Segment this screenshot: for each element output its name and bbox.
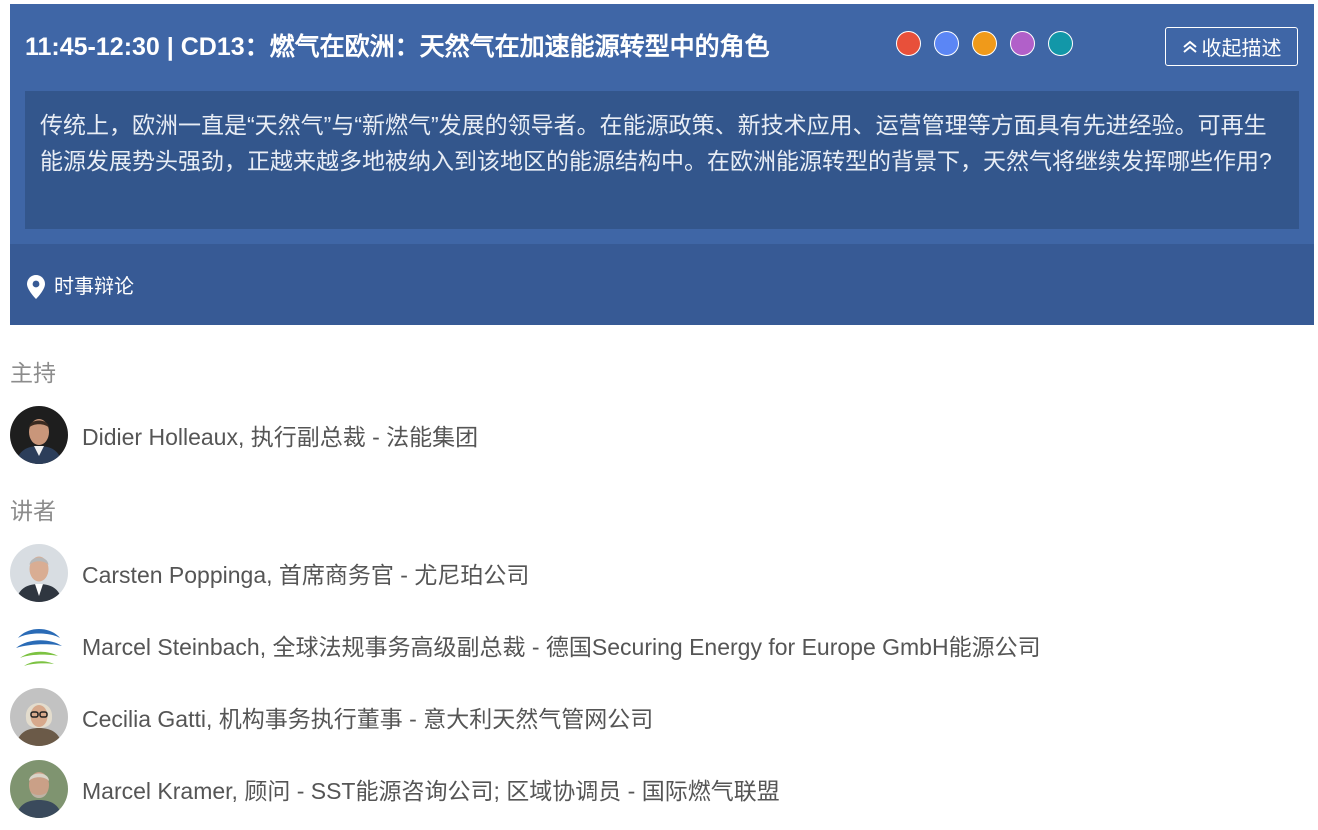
person-name: Carsten Poppinga, 首席商务官 - 尤尼珀公司 <box>82 562 530 588</box>
session-card: 11:45-12:30 | CD13：燃气在欧洲：天然气在加速能源转型中的角色 … <box>10 4 1314 325</box>
speakers-heading: 讲者 <box>10 498 56 524</box>
person-name: Marcel Steinbach, 全球法规事务高级副总裁 - 德国Securi… <box>82 634 1041 660</box>
track-dot-red[interactable] <box>896 31 921 56</box>
company-logo-icon <box>10 616 68 674</box>
speaker-row[interactable]: Cecilia Gatti, 机构事务执行董事 - 意大利天然气管网公司 <box>10 688 653 746</box>
track-dot-orange[interactable] <box>972 31 997 56</box>
speaker-row[interactable]: Carsten Poppinga, 首席商务官 - 尤尼珀公司 <box>10 544 529 602</box>
chevron-up-icon <box>1182 40 1198 54</box>
person-name: Cecilia Gatti, 机构事务执行董事 - 意大利天然气管网公司 <box>82 706 654 732</box>
session-description: 传统上，欧洲一直是“天然气”与“新燃气”发展的领导者。在能源政策、新技术应用、运… <box>25 91 1299 229</box>
moderator-heading: 主持 <box>10 360 56 386</box>
track-dot-teal[interactable] <box>1048 31 1073 56</box>
moderator-row[interactable]: Didier Holleaux, 执行副总裁 - 法能集团 <box>10 406 478 464</box>
track-dot-blue[interactable] <box>934 31 959 56</box>
avatar <box>10 760 68 818</box>
avatar <box>10 544 68 602</box>
person-name: Didier Holleaux, 执行副总裁 - 法能集团 <box>82 424 479 450</box>
location-bar: 时事辩论 <box>10 244 1314 325</box>
person-name: Marcel Kramer, 顾问 - SST能源咨询公司; 区域协调员 - 国… <box>82 778 780 804</box>
speaker-row[interactable]: Marcel Kramer, 顾问 - SST能源咨询公司; 区域协调员 - 国… <box>10 760 780 818</box>
map-pin-icon <box>27 275 45 304</box>
avatar <box>10 406 68 464</box>
collapse-label: 收起描述 <box>1201 38 1282 60</box>
description-text: 传统上，欧洲一直是“天然气”与“新燃气”发展的领导者。在能源政策、新技术应用、运… <box>40 112 1272 174</box>
location-label: 时事辩论 <box>54 276 134 298</box>
track-color-dots <box>896 31 1073 58</box>
collapse-description-button[interactable]: 收起描述 <box>1165 27 1298 66</box>
session-title: 11:45-12:30 | CD13：燃气在欧洲：天然气在加速能源转型中的角色 <box>25 33 770 61</box>
avatar <box>10 688 68 746</box>
speaker-row[interactable]: Marcel Steinbach, 全球法规事务高级副总裁 - 德国Securi… <box>10 616 1041 674</box>
track-dot-purple[interactable] <box>1010 31 1035 56</box>
